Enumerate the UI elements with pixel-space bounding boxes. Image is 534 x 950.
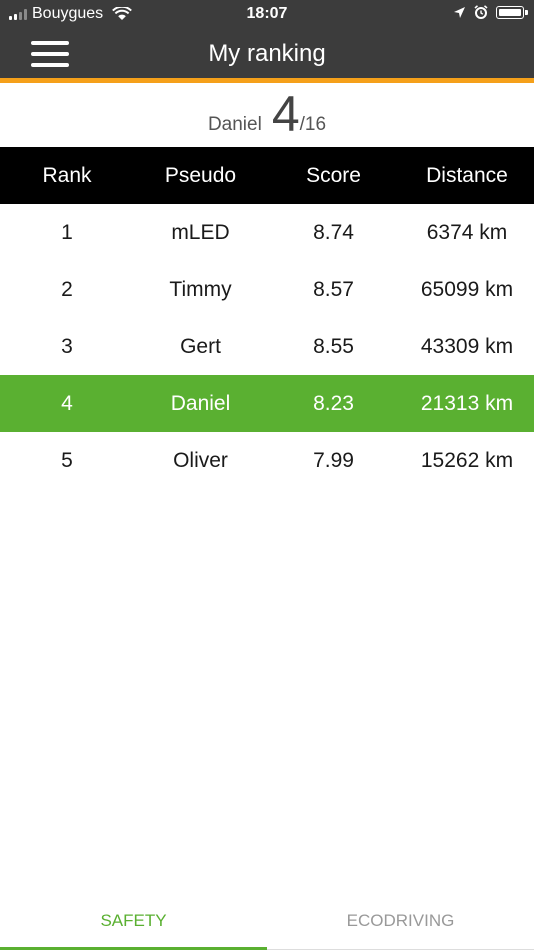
status-bar: Bouygues 18:07 — [0, 0, 534, 28]
column-header-score: Score — [306, 163, 361, 187]
cell-rank: 1 — [61, 220, 73, 244]
cell-score: 8.23 — [313, 391, 354, 415]
app-header: Bouygues 18:07 My ranking — [0, 0, 534, 78]
page-title: My ranking — [208, 40, 326, 67]
ranking-table: 1 mLED 8.74 6374 km 2 Timmy 8.57 65099 k… — [0, 204, 534, 489]
cell-pseudo: Gert — [180, 334, 221, 358]
cell-rank: 3 — [61, 334, 73, 358]
column-header-distance: Distance — [426, 163, 508, 187]
cell-score: 8.55 — [313, 334, 354, 358]
cell-distance: 21313 km — [420, 391, 514, 415]
cell-pseudo: Oliver — [173, 448, 228, 472]
tab-safety[interactable]: SAFETY — [0, 888, 267, 950]
battery-icon — [496, 5, 528, 19]
cell-pseudo: Daniel — [170, 391, 231, 415]
nav-bar: My ranking — [0, 28, 534, 78]
table-row: 2 Timmy 8.57 65099 km — [0, 261, 534, 318]
cell-distance: 15262 km — [420, 448, 514, 472]
table-row: 1 mLED 8.74 6374 km — [0, 204, 534, 261]
table-row: 3 Gert 8.55 43309 km — [0, 318, 534, 375]
cell-pseudo: mLED — [171, 220, 230, 244]
ranking-summary: Daniel 4 /16 — [0, 83, 534, 147]
cell-rank: 5 — [61, 448, 73, 472]
status-bar-right — [453, 5, 528, 19]
cell-score: 8.74 — [313, 220, 354, 244]
cell-rank: 4 — [61, 391, 73, 415]
cell-distance: 65099 km — [420, 277, 514, 301]
total-participants: /16 — [299, 114, 327, 135]
tab-safety-label: SAFETY — [100, 911, 167, 930]
column-header-rank: Rank — [42, 163, 92, 187]
column-header-pseudo: Pseudo — [164, 163, 237, 187]
current-user-row: 4 Daniel 8.23 21313 km — [0, 375, 534, 432]
user-name: Daniel — [207, 114, 262, 135]
tab-ecodriving[interactable]: ECODRIVING — [267, 888, 534, 950]
cell-rank: 2 — [61, 277, 73, 301]
bottom-tab-bar: SAFETY ECODRIVING — [0, 888, 534, 950]
location-arrow-icon — [454, 6, 465, 18]
cell-pseudo: Timmy — [169, 277, 232, 301]
cell-distance: 6374 km — [426, 220, 508, 244]
table-row: 5 Oliver 7.99 15262 km — [0, 432, 534, 489]
user-rank: 4 — [271, 86, 300, 142]
cell-score: 8.57 — [313, 277, 354, 301]
cell-score: 7.99 — [313, 448, 354, 472]
alarm-icon — [474, 5, 488, 19]
tab-ecodriving-label: ECODRIVING — [346, 911, 455, 930]
cell-distance: 43309 km — [420, 334, 514, 358]
table-header: Rank Pseudo Score Distance — [0, 147, 534, 204]
